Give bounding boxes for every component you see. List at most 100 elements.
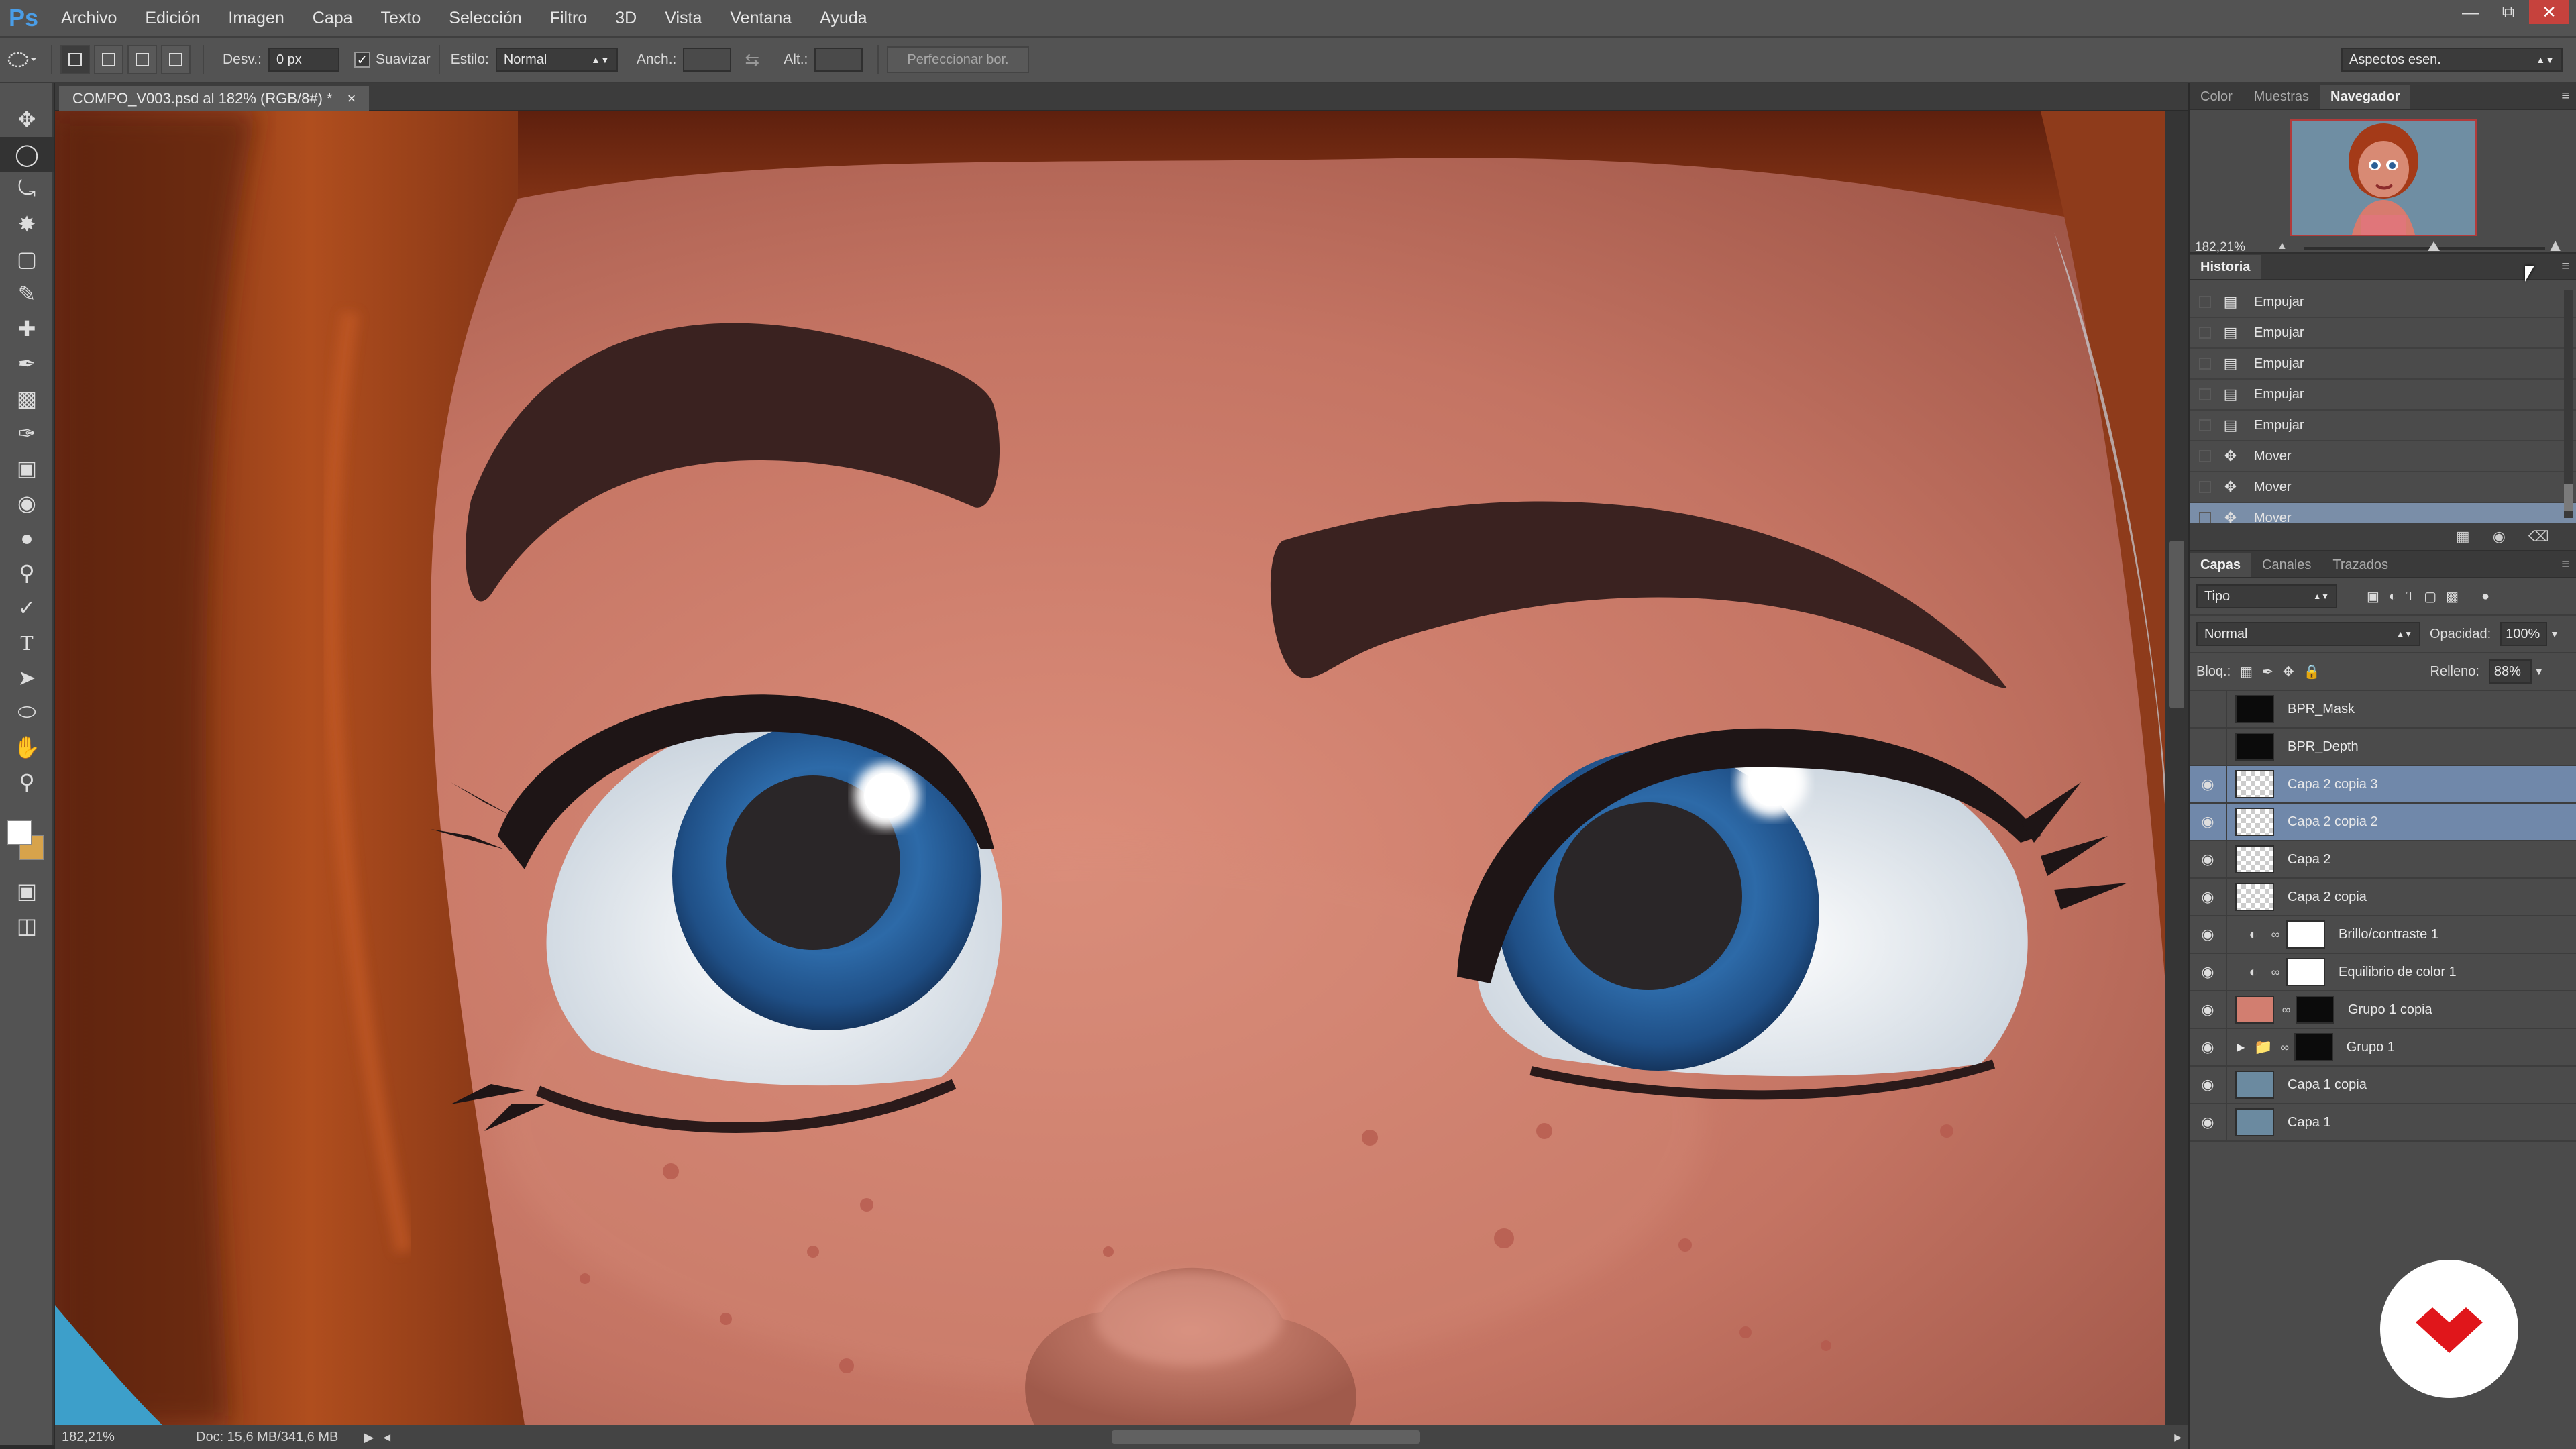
lasso-tool-icon[interactable]: ⤿ [0, 172, 54, 207]
layer-row[interactable]: ◉ Capa 2 copia [2190, 878, 2576, 916]
menu-imagen[interactable]: Imagen [214, 0, 298, 36]
eye-icon[interactable]: ◉ [2190, 1066, 2227, 1104]
crop-tool-icon[interactable]: ▢ [0, 241, 54, 276]
dodge-tool-icon[interactable]: ⚲ [0, 555, 54, 590]
history-item[interactable]: ✥ Mover [2190, 472, 2576, 503]
menu-capa[interactable]: Capa [299, 0, 367, 36]
history-scroll-thumb[interactable] [2564, 484, 2573, 511]
history-item[interactable]: ▤ Empujar [2190, 318, 2576, 349]
filter-type-icon[interactable]: T [2406, 589, 2414, 604]
document-canvas[interactable] [55, 111, 2165, 1425]
history-checkbox[interactable] [2199, 450, 2211, 462]
healing-brush-tool-icon[interactable]: ✚ [0, 311, 54, 346]
history-checkbox[interactable] [2199, 388, 2211, 400]
scroll-left-icon[interactable]: ◀ [383, 1432, 390, 1443]
menu-edicion[interactable]: Edición [131, 0, 214, 36]
filter-toggle-icon[interactable]: ● [2481, 589, 2489, 604]
restore-icon[interactable]: ⧉ [2491, 0, 2525, 24]
antialias-toggle[interactable]: ✓ Suavizar [354, 52, 431, 68]
eye-icon[interactable]: ◉ [2190, 878, 2227, 916]
zoom-in-icon[interactable]: ▲ [2546, 235, 2564, 256]
hand-tool-icon[interactable]: ✋ [0, 730, 54, 765]
panel-menu-icon[interactable]: ≡ [2561, 557, 2569, 572]
eye-icon[interactable]: ◉ [2190, 803, 2227, 841]
menu-seleccion[interactable]: Selección [435, 0, 535, 36]
layer-row[interactable]: ◉ Capa 1 [2190, 1104, 2576, 1142]
history-checkbox[interactable] [2199, 419, 2211, 431]
tab-canales[interactable]: Canales [2251, 553, 2322, 577]
move-tool-icon[interactable]: ✥ [0, 102, 54, 137]
eye-icon[interactable]: ◉ [2190, 916, 2227, 953]
zoom-tool-icon[interactable]: ⚲ [0, 765, 54, 800]
history-item[interactable]: ▤ Empujar [2190, 411, 2576, 441]
vertical-scrollbar[interactable] [2165, 111, 2188, 1425]
filter-shape-icon[interactable]: ▢ [2424, 588, 2436, 605]
history-checkbox[interactable] [2199, 327, 2211, 339]
magic-wand-tool-icon[interactable]: ✸ [0, 207, 54, 241]
pen-tool-icon[interactable]: ✓ [0, 590, 54, 625]
subtract-selection-button[interactable] [127, 45, 157, 74]
menu-filtro[interactable]: Filtro [536, 0, 602, 36]
history-item[interactable]: ▤ Empujar [2190, 380, 2576, 411]
menu-3d[interactable]: 3D [601, 0, 651, 36]
menu-archivo[interactable]: Archivo [47, 0, 131, 36]
menu-ayuda[interactable]: Ayuda [806, 0, 881, 36]
history-item[interactable]: ✥ Mover [2190, 441, 2576, 472]
layer-row-selected[interactable]: ◉ Capa 2 copia 3 [2190, 765, 2576, 804]
lock-pixels-icon[interactable]: ✒ [2262, 663, 2273, 680]
elliptical-marquee-preset-icon[interactable] [0, 43, 43, 76]
paint-bucket-tool-icon[interactable]: ◉ [0, 486, 54, 521]
menu-texto[interactable]: Texto [367, 0, 435, 36]
new-document-from-state-icon[interactable]: ▦ [2456, 528, 2470, 545]
visibility-toggle[interactable] [2190, 690, 2227, 728]
style-select[interactable]: Normal ▲▼ [495, 48, 618, 72]
width-input[interactable] [683, 48, 732, 72]
eye-icon[interactable]: ◉ [2190, 765, 2227, 803]
height-input[interactable] [814, 48, 863, 72]
menu-vista[interactable]: Vista [651, 0, 716, 36]
minimize-icon[interactable]: — [2454, 0, 2487, 24]
history-brush-tool-icon[interactable]: ✑ [0, 416, 54, 451]
filter-pixel-icon[interactable]: ▣ [2367, 588, 2379, 605]
layer-row[interactable]: ◉ ◐ ∞ Equilibrio de color 1 [2190, 953, 2576, 991]
layer-row[interactable]: ◉ Capa 1 copia [2190, 1066, 2576, 1104]
tab-trazados[interactable]: Trazados [2322, 553, 2399, 577]
swap-arrows-icon[interactable]: ⇆ [745, 50, 759, 70]
type-tool-icon[interactable]: T [0, 625, 54, 660]
eyedropper-tool-icon[interactable]: ✎ [0, 276, 54, 311]
history-checkbox[interactable] [2199, 296, 2211, 308]
workspace-select[interactable]: Aspectos esen. ▲▼ [2341, 48, 2563, 72]
filter-adjustment-icon[interactable]: ◐ [2389, 589, 2397, 604]
layer-row[interactable]: BPR_Depth [2190, 728, 2576, 766]
history-item[interactable]: ▤ Empujar [2190, 349, 2576, 380]
blur-tool-icon[interactable]: ● [0, 521, 54, 555]
fill-input[interactable]: 88% [2488, 659, 2532, 684]
navigator-zoom-value[interactable]: 182,21% [2195, 240, 2245, 255]
close-icon[interactable]: ✕ [2529, 0, 2569, 24]
eye-icon[interactable]: ◉ [2190, 1104, 2227, 1141]
vertical-scroll-thumb[interactable] [2169, 541, 2184, 708]
eye-icon[interactable]: ◉ [2190, 991, 2227, 1028]
close-tab-icon[interactable]: × [347, 90, 356, 107]
scroll-right-icon[interactable]: ▶ [2174, 1432, 2182, 1443]
layer-row-selected[interactable]: ◉ Capa 2 copia 2 [2190, 803, 2576, 841]
eraser-tool-icon[interactable]: ▣ [0, 451, 54, 486]
ellipse-shape-tool-icon[interactable]: ⬭ [0, 695, 54, 730]
layer-row-group[interactable]: ◉ ▶ 📁 ∞ Grupo 1 [2190, 1028, 2576, 1067]
chain-link-icon[interactable]: ∞ [2269, 965, 2282, 979]
tab-capas[interactable]: Capas [2190, 553, 2252, 577]
screen-mode-icon[interactable]: ◫ [0, 908, 54, 943]
history-checkbox[interactable] [2199, 512, 2211, 524]
layer-row[interactable]: ◉ ◐ ∞ Brillo/contraste 1 [2190, 916, 2576, 954]
new-selection-button[interactable] [60, 45, 90, 74]
filter-smart-object-icon[interactable]: ▩ [2446, 588, 2459, 605]
layer-row[interactable]: ◉ Capa 2 [2190, 841, 2576, 879]
visibility-toggle[interactable] [2190, 728, 2227, 765]
chain-link-icon[interactable]: ∞ [2278, 1040, 2292, 1055]
tab-color[interactable]: Color [2190, 85, 2243, 109]
camera-snapshot-icon[interactable]: ◉ [2493, 528, 2506, 545]
history-checkbox[interactable] [2199, 481, 2211, 493]
layer-row[interactable]: ◉ ∞ Grupo 1 copia [2190, 991, 2576, 1029]
tab-muestras[interactable]: Muestras [2243, 85, 2320, 109]
fill-dropdown-icon[interactable]: ▼ [2534, 666, 2544, 677]
